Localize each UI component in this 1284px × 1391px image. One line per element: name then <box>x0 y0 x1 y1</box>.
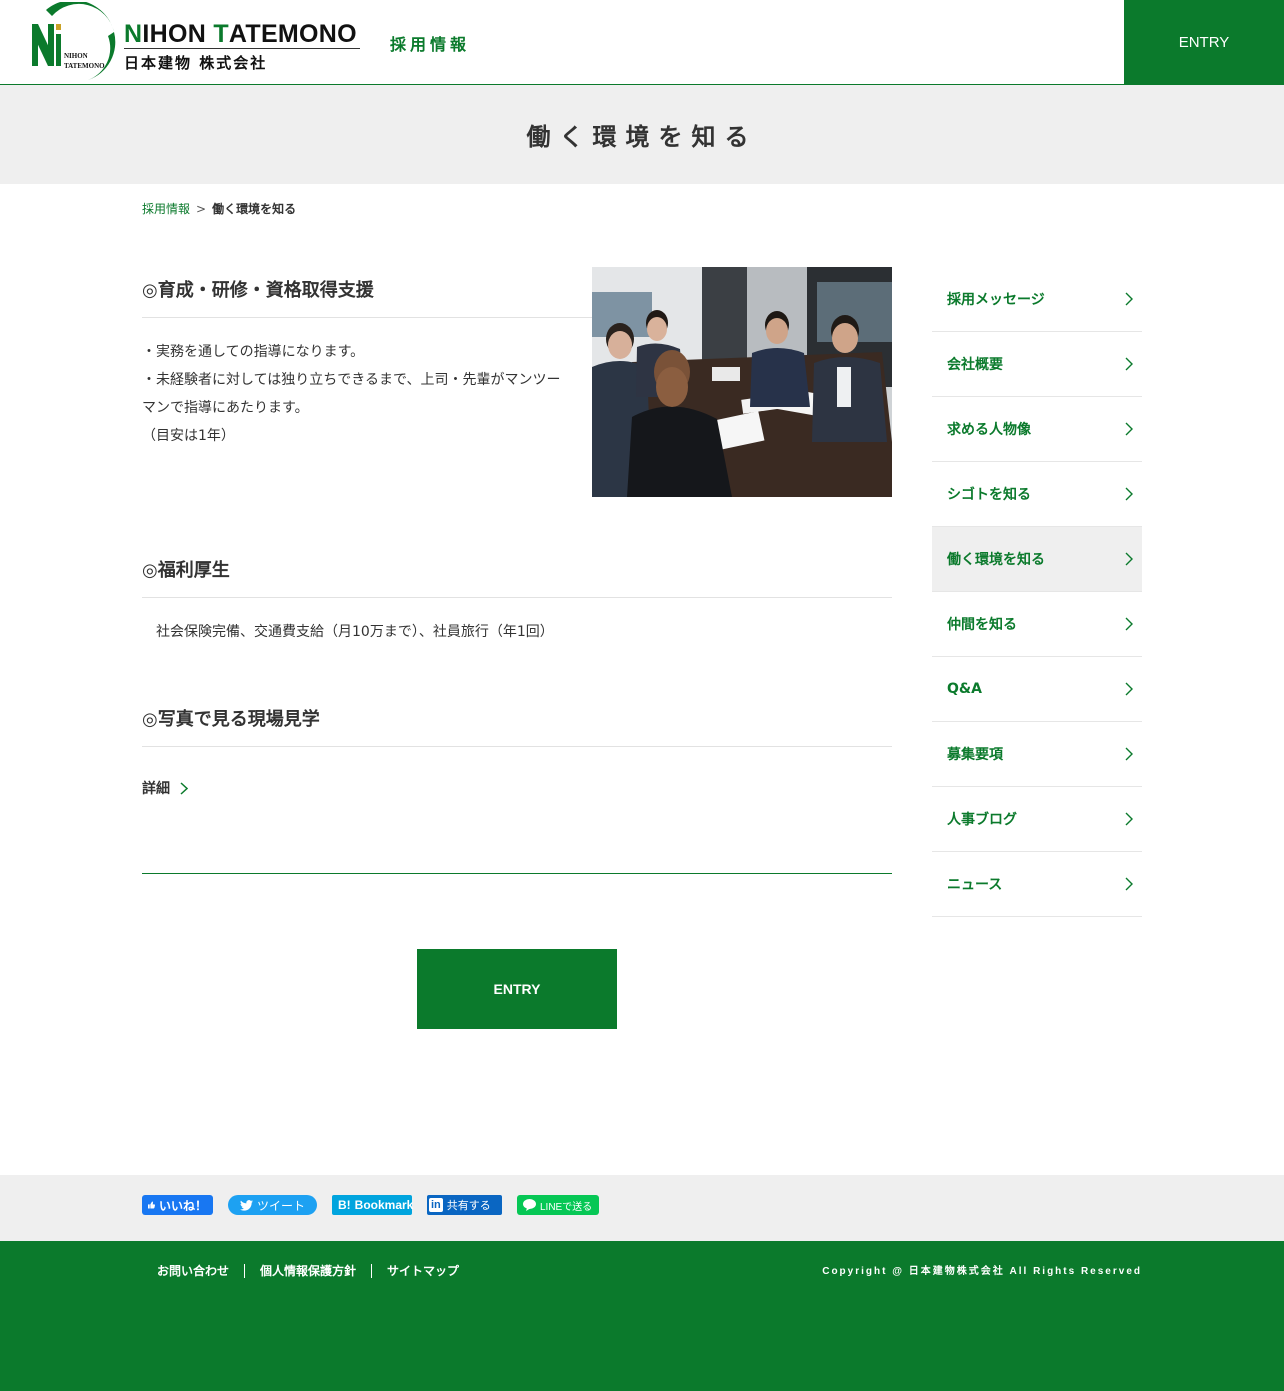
logo-mark-bottom-text: TATEMONO <box>64 62 105 70</box>
chevron-right-icon <box>180 781 188 795</box>
meeting-photo-illustration <box>592 267 892 497</box>
thumbs-up-icon <box>148 1201 155 1209</box>
welfare-description: 社会保険完備、交通費支給（月10万まで）、社員旅行（年1回） <box>156 624 554 640</box>
footer-link-sitemap[interactable]: サイトマップ <box>371 1264 474 1278</box>
linkedin-icon: in <box>429 1198 443 1212</box>
linkedin-share-label: 共有する <box>446 1200 491 1212</box>
hatena-bookmark-button[interactable]: B! Bookmark <box>332 1195 414 1215</box>
training-line: （目安は1年） <box>142 428 235 444</box>
site-footer: お問い合わせ 個人情報保護方針 サイトマップ Copyright @ 日本建物株… <box>0 1241 1284 1391</box>
facebook-like-label: いいね！ <box>158 1198 207 1213</box>
sidenav-item-ideal-candidate[interactable]: 求める人物像 <box>932 397 1142 462</box>
chevron-right-icon <box>1125 422 1133 436</box>
site-tour-detail-link[interactable]: 詳細 <box>142 778 188 798</box>
training-line: ・未経験者に対しては独り立ちできるまで、上司・先輩がマンツー <box>142 372 561 388</box>
breadcrumb-current: 働く環境を知る <box>212 202 297 216</box>
sidenav-item-label: ニュース <box>947 877 1003 893</box>
training-line: ・実務を通しての指導になります。 <box>142 344 365 360</box>
sidenav-item-label: 人事ブログ <box>947 812 1017 828</box>
breadcrumb-home-link[interactable]: 採用情報 <box>142 202 190 216</box>
chevron-right-icon <box>1125 812 1133 826</box>
chevron-right-icon <box>1125 552 1133 566</box>
section-heading-training: ◎育成・研修・資格取得支援 <box>142 280 374 301</box>
section-heading-site-tour: ◎写真で見る現場見学 <box>142 709 320 730</box>
page-title: 働く環境を知る <box>526 123 758 151</box>
chevron-right-icon <box>1125 357 1133 371</box>
sidenav-item-label: 仲間を知る <box>947 617 1017 633</box>
recruit-site-title[interactable]: 採用情報 <box>390 31 470 55</box>
entry-button[interactable]: ENTRY <box>417 949 617 1029</box>
chevron-right-icon <box>1125 487 1133 501</box>
chevron-right-icon <box>1125 747 1133 761</box>
logo-mark-icon: NIHON TATEMONO <box>32 2 116 80</box>
hatena-bookmark-label: Bookmark <box>354 1198 414 1212</box>
logo-divider <box>124 48 360 49</box>
breadcrumb-separator: > <box>196 202 207 216</box>
copyright-text: Copyright @ 日本建物株式会社 All Rights Reserved <box>822 1266 1142 1277</box>
facebook-like-button[interactable]: いいね！ <box>142 1195 213 1215</box>
logo-english-name: NIHON TATEMONO <box>124 20 357 48</box>
line-share-label: LINEで送る <box>540 1201 593 1213</box>
linkedin-share-button[interactable]: in 共有する <box>427 1195 502 1215</box>
sidenav-item-message[interactable]: 採用メッセージ <box>932 267 1142 332</box>
sidenav-item-colleagues[interactable]: 仲間を知る <box>932 592 1142 657</box>
sidenav-item-label: 採用メッセージ <box>947 292 1045 308</box>
detail-link-label: 詳細 <box>142 781 170 797</box>
chevron-right-icon <box>1125 877 1133 891</box>
company-logo[interactable]: NIHON TATEMONO NIHON TATEMONO 日本建物 株式会社 <box>28 2 363 82</box>
site-header: NIHON TATEMONO NIHON TATEMONO 日本建物 株式会社 … <box>0 0 1284 85</box>
footer-link-privacy-policy[interactable]: 個人情報保護方針 <box>244 1264 371 1278</box>
sidenav-item-label: 募集要項 <box>947 747 1003 763</box>
sidenav-item-requirements[interactable]: 募集要項 <box>932 722 1142 787</box>
footer-links: お問い合わせ 個人情報保護方針 サイトマップ <box>142 1264 474 1278</box>
side-navigation: 採用メッセージ 会社概要 求める人物像 シゴトを知る 働く環境を知る 仲間を知る… <box>932 267 1142 917</box>
section-heading-welfare: ◎福利厚生 <box>142 560 230 581</box>
section-divider <box>142 746 892 747</box>
sidenav-item-hr-blog[interactable]: 人事ブログ <box>932 787 1142 852</box>
sidenav-item-label: 働く環境を知る <box>947 552 1045 568</box>
twitter-bird-icon <box>240 1199 253 1211</box>
sidenav-item-company[interactable]: 会社概要 <box>932 332 1142 397</box>
sidenav-item-label: 求める人物像 <box>947 422 1031 438</box>
chevron-right-icon <box>1125 617 1133 631</box>
sidenav-item-news[interactable]: ニュース <box>932 852 1142 917</box>
training-description: ・実務を通しての指導になります。 ・未経験者に対しては独り立ちできるまで、上司・… <box>142 338 582 450</box>
hatena-bookmark-icon: B! <box>338 1198 351 1212</box>
meeting-photo <box>592 267 892 497</box>
footer-link-contact[interactable]: お問い合わせ <box>142 1264 244 1278</box>
line-share-button[interactable]: LINEで送る <box>517 1195 599 1215</box>
sidenav-item-label: 会社概要 <box>947 357 1003 373</box>
section-divider <box>142 597 892 598</box>
chevron-right-icon <box>1125 682 1133 696</box>
twitter-tweet-label: ツイート <box>257 1198 306 1213</box>
sidenav-item-label: Q&A <box>947 681 982 697</box>
line-chat-bubble-icon <box>523 1199 536 1211</box>
logo-mark-top-text: NIHON <box>64 52 88 60</box>
section-divider <box>142 317 592 318</box>
header-entry-button[interactable]: ENTRY <box>1124 0 1284 84</box>
twitter-tweet-button[interactable]: ツイート <box>228 1195 317 1215</box>
share-bar: いいね！ ツイート B! Bookmark in 共有する LINEで送る <box>0 1175 1284 1241</box>
chevron-right-icon <box>1125 292 1133 306</box>
sidenav-item-environment[interactable]: 働く環境を知る <box>932 527 1142 592</box>
page-title-band: 働く環境を知る <box>0 85 1284 184</box>
training-line: マンで指導にあたります。 <box>142 400 309 416</box>
sidenav-item-faq[interactable]: Q&A <box>932 657 1142 722</box>
content-end-divider <box>142 873 892 874</box>
breadcrumb: 採用情報 > 働く環境を知る <box>142 200 296 217</box>
sidenav-item-label: シゴトを知る <box>947 487 1031 503</box>
logo-japanese-name: 日本建物 株式会社 <box>124 54 268 72</box>
sidenav-item-work[interactable]: シゴトを知る <box>932 462 1142 527</box>
